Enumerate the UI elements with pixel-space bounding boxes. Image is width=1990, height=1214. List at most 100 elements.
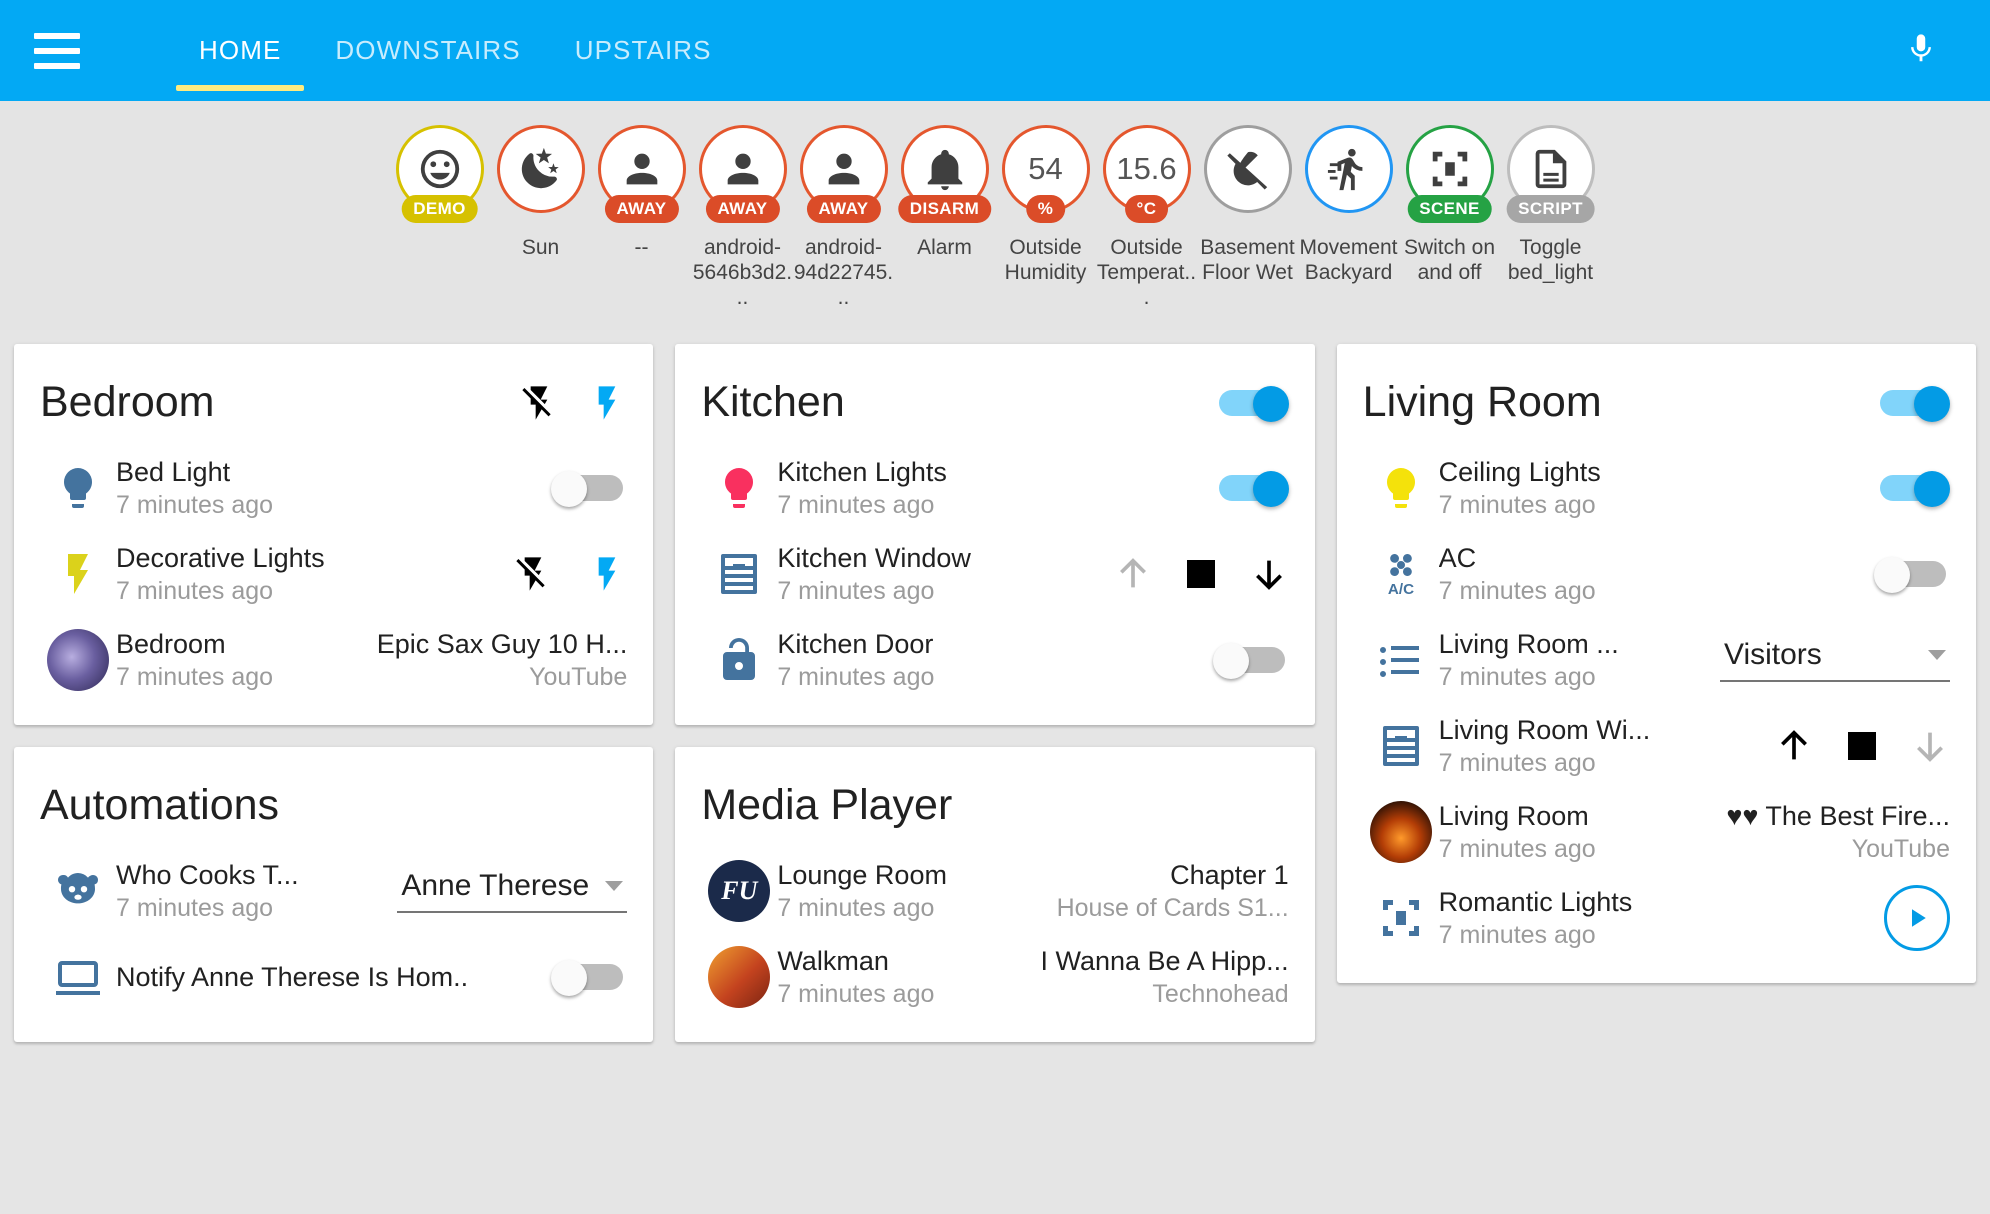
badge-state-pill: AWAY — [705, 195, 780, 223]
card-automations: Automations Who Cooks T... 7 minutes ago A… — [14, 747, 654, 1042]
cover-close-icon[interactable] — [1249, 551, 1289, 597]
list-item-name: Kitchen Window — [777, 542, 971, 573]
hamburger-menu-icon[interactable] — [34, 32, 80, 69]
badge-circle-wrap: DISARM — [897, 125, 992, 223]
list-item[interactable]: A/C AC 7 minutes ago — [1363, 531, 1950, 617]
row-toggle[interactable] — [1212, 643, 1289, 679]
list-item[interactable]: Bed Light 7 minutes ago — [40, 445, 627, 531]
option-select[interactable]: Visitors — [1719, 638, 1950, 682]
cover-stop-icon[interactable] — [1847, 732, 1876, 760]
list-item-name: Kitchen Lights — [777, 456, 947, 487]
tab-upstairs[interactable]: UPSTAIRS — [548, 0, 739, 101]
media-artwork-avatar-fire — [1363, 801, 1439, 863]
flash-on-icon[interactable] — [587, 380, 627, 426]
emoticon-happy-icon — [417, 146, 463, 192]
cover-open-icon — [1113, 551, 1153, 597]
list-item-controls — [1874, 471, 1950, 507]
card-toggle-living-room[interactable] — [1874, 385, 1950, 422]
badge-outside-temperat[interactable]: 15.6 °C Outside Temperat... — [1097, 125, 1196, 310]
badge-alarm[interactable]: DISARM Alarm — [897, 125, 992, 260]
lock-open-icon — [701, 636, 777, 684]
badge-basement-floor-wet[interactable]: Basement Floor Wet — [1200, 125, 1295, 285]
list-item[interactable]: Who Cooks T... 7 minutes ago Anne Therese — [40, 848, 628, 934]
badge-[interactable]: AWAY -- — [597, 125, 687, 260]
list-item[interactable]: FU Lounge Room 7 minutes ago Chapter 1 House… — [701, 848, 1289, 934]
row-toggle[interactable] — [551, 471, 627, 507]
list-item-timestamp: 7 minutes ago — [1438, 490, 1596, 519]
list-item[interactable]: Living Room ... 7 minutes ago Visitors — [1363, 617, 1950, 703]
list-item-name: Ceiling Lights — [1438, 456, 1601, 487]
list-item[interactable]: Living Room 7 minutes ago ♥♥ The Best Fire… — [1363, 789, 1950, 875]
media-source: Technohead — [1152, 979, 1289, 1008]
list-item[interactable]: Kitchen Door 7 minutes ago — [701, 617, 1288, 703]
badge-toggle-bed-light[interactable]: SCRIPT Toggle bed_light — [1506, 125, 1596, 285]
row-toggle[interactable] — [1873, 557, 1950, 593]
list-item[interactable]: Bedroom 7 minutes ago Epic Sax Guy 10 H...… — [40, 617, 627, 703]
list-item-text: Kitchen Lights 7 minutes ago — [777, 455, 1212, 522]
avatar — [708, 946, 771, 1008]
svg-text:A/C: A/C — [1388, 581, 1414, 598]
list-item-name: Kitchen Door — [777, 628, 934, 659]
script-document-icon — [1528, 146, 1574, 192]
list-item[interactable]: Kitchen Window 7 minutes ago — [701, 531, 1288, 617]
list-item-text: Living Room Wi... 7 minutes ago — [1439, 713, 1774, 780]
list-item[interactable]: Living Room Wi... 7 minutes ago — [1363, 703, 1950, 789]
media-title: Epic Sax Guy 10 H... — [376, 628, 628, 659]
list-item-controls — [1212, 643, 1289, 679]
list-item[interactable]: Kitchen Lights 7 minutes ago — [701, 445, 1289, 531]
list-item[interactable]: Ceiling Lights 7 minutes ago — [1363, 445, 1950, 531]
list-item-text: Kitchen Window 7 minutes ago — [777, 541, 1112, 608]
list-item[interactable]: Romantic Lights 7 minutes ago — [1363, 875, 1950, 961]
list-item[interactable]: Walkman 7 minutes ago I Wanna Be A Hipp...… — [701, 934, 1289, 1020]
flash-on-icon[interactable] — [587, 551, 627, 597]
list-item-timestamp: 7 minutes ago — [777, 662, 935, 691]
badge-sun[interactable]: Sun — [496, 125, 586, 260]
badge-android-94d22745[interactable]: AWAY android-94d22745... — [794, 125, 893, 310]
app-toolbar: HOME DOWNSTAIRS UPSTAIRS — [0, 0, 1990, 101]
list-item-text: Walkman 7 minutes ago — [777, 944, 1040, 1011]
tab-downstairs[interactable]: DOWNSTAIRS — [308, 0, 547, 101]
badge-label: android-94d22745... — [793, 236, 894, 309]
badge-label: Outside Humidity — [1004, 236, 1087, 284]
stop-square — [1186, 560, 1215, 588]
microphone-icon[interactable] — [1904, 24, 1938, 77]
badge-outside-humidity[interactable]: 54% Outside Humidity — [1001, 125, 1091, 285]
badge-circle-wrap: SCENE — [1405, 125, 1494, 223]
media-title: ♥♥ The Best Fire... — [1726, 800, 1950, 831]
list-item-controls — [1774, 723, 1950, 769]
badge-value: 54 — [1028, 151, 1063, 186]
flash-off-icon[interactable] — [513, 551, 553, 597]
badge-switch-on-and-off[interactable]: SCENE Switch on and off — [1404, 125, 1495, 285]
list-item-controls: Anne Therese — [397, 869, 628, 913]
tab-label: DOWNSTAIRS — [335, 35, 521, 65]
card-rows: Kitchen Lights 7 minutes ago Kitchen Windo… — [701, 445, 1289, 703]
badge-movement-backyard[interactable]: Movement Backyard — [1299, 125, 1398, 285]
cover-stop-icon[interactable] — [1186, 560, 1215, 588]
flash-off-icon[interactable] — [519, 380, 559, 426]
play-button[interactable] — [1883, 885, 1950, 951]
badge-android-5646b3d2[interactable]: AWAY android-5646b3d2... — [693, 125, 792, 310]
flash-lightning-icon — [40, 550, 116, 598]
list-item-timestamp: 7 minutes ago — [116, 490, 274, 519]
list-item-text: Bed Light 7 minutes ago — [116, 455, 551, 522]
toggle-knob — [1913, 471, 1950, 507]
list-item-name: Living Room ... — [1438, 628, 1619, 659]
list-item-timestamp: 7 minutes ago — [1438, 834, 1596, 863]
row-toggle[interactable] — [551, 960, 627, 996]
list-item[interactable]: Decorative Lights 7 minutes ago — [40, 531, 627, 617]
option-select[interactable]: Anne Therese — [397, 869, 628, 913]
list-item-controls: Epic Sax Guy 10 H... YouTube — [377, 627, 628, 694]
window-shutter-icon — [701, 550, 777, 598]
tab-home[interactable]: HOME — [172, 0, 308, 101]
badge-state-pill: DISARM — [897, 195, 992, 223]
row-toggle[interactable] — [1213, 471, 1289, 507]
cover-open-icon[interactable] — [1774, 723, 1814, 769]
format-list-icon — [1363, 636, 1439, 684]
hamburger-bar — [34, 47, 80, 54]
row-toggle[interactable] — [1874, 471, 1950, 507]
list-item-controls: ♥♥ The Best Fire... YouTube — [1726, 799, 1950, 866]
card-toggle-kitchen[interactable] — [1213, 385, 1289, 422]
badge-item-0[interactable]: DEMO — [395, 125, 485, 235]
list-item[interactable]: Notify Anne Therese Is Hom.. — [40, 934, 627, 1020]
toggle-knob — [551, 471, 588, 507]
